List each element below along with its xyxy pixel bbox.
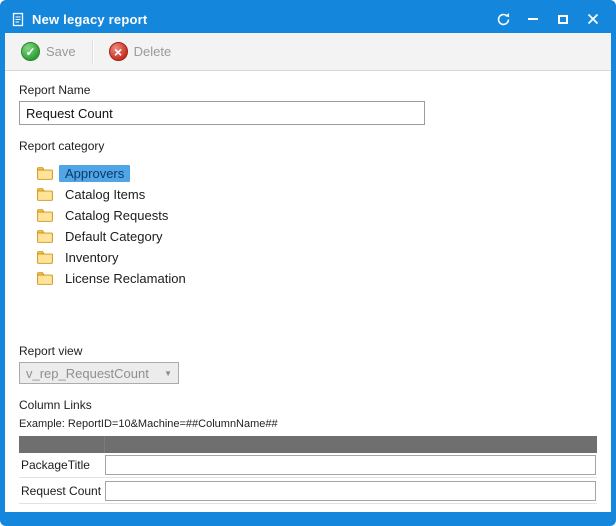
tree-item-inventory[interactable]: Inventory (23, 247, 597, 268)
report-category-label: Report category (19, 139, 597, 153)
report-name-label: Report Name (19, 83, 597, 97)
report-view-value: v_rep_RequestCount (26, 366, 160, 381)
category-tree: Approvers Catalog Items Catalog Requests… (23, 163, 597, 289)
tree-item-catalog-requests[interactable]: Catalog Requests (23, 205, 597, 226)
table-row: PackageTitle (19, 453, 597, 478)
report-view-label: Report view (19, 344, 597, 358)
toolbar-separator (92, 40, 93, 64)
window-controls (491, 8, 605, 30)
save-button[interactable]: ✓ Save (15, 38, 82, 65)
titlebar: New legacy report (5, 5, 611, 33)
delete-button[interactable]: × Delete (103, 38, 178, 65)
chevron-down-icon: ▼ (164, 369, 172, 378)
table-header (19, 436, 597, 453)
save-icon: ✓ (21, 42, 40, 61)
window-title: New legacy report (32, 12, 147, 27)
table-header-cell (105, 436, 597, 453)
column-links-label: Column Links (19, 398, 597, 412)
row-label-packagetitle: PackageTitle (19, 458, 105, 472)
tree-item-default-category[interactable]: Default Category (23, 226, 597, 247)
window-bottom-border (5, 512, 611, 521)
row-label-request-count: Request Count (19, 484, 105, 498)
folder-icon (37, 251, 53, 264)
refresh-button[interactable] (491, 8, 515, 30)
close-button[interactable] (581, 8, 605, 30)
tree-item-label: Approvers (59, 165, 130, 182)
report-icon (11, 12, 25, 27)
packagetitle-input[interactable] (105, 455, 596, 475)
table-row: Request Count (19, 478, 597, 503)
tree-item-catalog-items[interactable]: Catalog Items (23, 184, 597, 205)
refresh-icon (496, 12, 511, 27)
maximize-icon (558, 15, 568, 24)
folder-icon (37, 188, 53, 201)
column-links-table: PackageTitle Request Count (19, 436, 597, 504)
dialog-body: Report Name Report category Approvers Ca… (5, 71, 611, 512)
table-header-cell (19, 436, 105, 453)
folder-icon (37, 272, 53, 285)
save-label: Save (46, 44, 76, 59)
close-icon (587, 13, 599, 25)
report-view-select[interactable]: v_rep_RequestCount ▼ (19, 362, 179, 384)
delete-label: Delete (134, 44, 172, 59)
folder-icon (37, 209, 53, 222)
minimize-button[interactable] (521, 8, 545, 30)
maximize-button[interactable] (551, 8, 575, 30)
spacer (19, 289, 597, 344)
folder-icon (37, 230, 53, 243)
report-name-input[interactable] (19, 101, 425, 125)
request-count-input[interactable] (105, 481, 596, 501)
minimize-icon (528, 18, 538, 20)
tree-item-label: Inventory (59, 249, 124, 266)
new-legacy-report-dialog: New legacy report (0, 0, 616, 526)
tree-item-label: Catalog Items (59, 186, 151, 203)
tree-item-label: Default Category (59, 228, 169, 245)
tree-item-label: License Reclamation (59, 270, 192, 287)
tree-item-label: Catalog Requests (59, 207, 174, 224)
column-links-example: Example: ReportID=10&Machine=##ColumnNam… (19, 418, 597, 430)
tree-item-approvers[interactable]: Approvers (23, 163, 597, 184)
delete-icon: × (109, 42, 128, 61)
tree-item-license-reclamation[interactable]: License Reclamation (23, 268, 597, 289)
folder-icon (37, 167, 53, 180)
toolbar: ✓ Save × Delete (5, 33, 611, 71)
